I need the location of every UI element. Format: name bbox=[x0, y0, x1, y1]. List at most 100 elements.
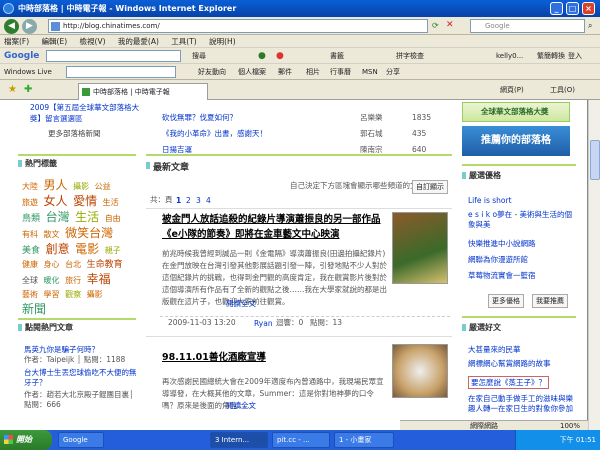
tag[interactable]: 生命教育 bbox=[87, 258, 123, 272]
tag[interactable]: 攝影 bbox=[73, 180, 89, 194]
good-item-2[interactable]: 網標網心幫賞網路的故事 bbox=[468, 358, 551, 369]
google-user[interactable]: kelly0... bbox=[496, 48, 523, 64]
page-2-link[interactable]: 2 bbox=[186, 196, 191, 205]
maximize-button[interactable]: □ bbox=[566, 2, 579, 15]
favorites-star-icon[interactable]: ★ bbox=[8, 80, 17, 100]
search-input[interactable]: Google bbox=[470, 19, 585, 33]
tag[interactable]: 藝術 bbox=[22, 288, 38, 302]
top-table-title-2[interactable]: 《我的小革命》出書，感謝天！ bbox=[162, 128, 267, 139]
top-table-title-1[interactable]: 砍伐無罪？伐夏如何？ bbox=[162, 112, 237, 123]
window-titlebar[interactable]: 中時部落格 | 中時電子報 - Windows Internet Explore… bbox=[0, 0, 600, 17]
google-bookmarks-button[interactable]: 書籤 bbox=[330, 48, 344, 64]
menu-tools[interactable]: 工具(T) bbox=[171, 37, 196, 46]
tag[interactable]: 有科 bbox=[22, 228, 38, 242]
tag[interactable]: 美食 bbox=[22, 244, 40, 258]
recommend-item-4[interactable]: 網聯為你漫遊所館 bbox=[468, 254, 528, 265]
tools-menu[interactable]: 工具(O) bbox=[550, 80, 575, 100]
article-2-title[interactable]: 98.11.01善化酒廠宣導 bbox=[162, 350, 266, 365]
tag[interactable]: 身心 bbox=[44, 258, 60, 272]
windows-live-search-input[interactable] bbox=[66, 66, 176, 78]
recommend-blog-banner[interactable]: 推薦你的部落格 bbox=[462, 126, 570, 156]
back-button[interactable]: ◀ bbox=[4, 19, 19, 34]
tab-current[interactable]: 中時部落格 | 中時電子報 bbox=[78, 83, 208, 100]
translate-button[interactable]: 繁簡轉換 bbox=[537, 48, 565, 64]
article-1-author[interactable]: Ryan bbox=[254, 319, 273, 328]
article-1-title[interactable]: 被金門人放話追殺的紀錄片導演蕭振良的另一部作品《e小隊的節奏》即將在金車藝文中心… bbox=[162, 212, 388, 242]
forward-button[interactable]: ▶ bbox=[22, 19, 37, 34]
tag[interactable]: 幸福 bbox=[87, 272, 111, 286]
menu-file[interactable]: 檔案(F) bbox=[4, 37, 29, 46]
tag[interactable]: 健康 bbox=[22, 258, 38, 272]
live-mail-link[interactable]: 郵件 bbox=[278, 64, 292, 80]
google-search-button[interactable]: 搜尋 bbox=[192, 48, 206, 64]
banner-link-line2[interactable]: 獎】留言選選區 bbox=[30, 113, 83, 125]
close-button[interactable]: × bbox=[582, 2, 595, 15]
login-link[interactable]: 登入 bbox=[568, 48, 582, 64]
search-icon[interactable]: ⌕ bbox=[588, 21, 592, 31]
award-banner[interactable]: 全球華文部落格大獎 bbox=[462, 102, 570, 122]
article-2-read-more[interactable]: 閱讀全文 bbox=[226, 400, 256, 411]
tag[interactable]: 全球 bbox=[22, 274, 38, 288]
top-table-author-2[interactable]: 郭石城 bbox=[360, 128, 383, 140]
page-1-link[interactable]: 1 bbox=[176, 196, 181, 205]
refresh-icon[interactable]: ⟳ bbox=[432, 21, 439, 30]
stop-icon[interactable]: ✕ bbox=[446, 20, 454, 30]
menu-edit[interactable]: 編輯(E) bbox=[42, 37, 68, 46]
tag[interactable]: 創意 bbox=[46, 242, 70, 256]
tag[interactable]: 暖化 bbox=[44, 274, 60, 288]
tag[interactable]: 新聞 bbox=[22, 302, 46, 316]
good-item-1[interactable]: 大甚量來的民華 bbox=[468, 344, 521, 355]
tag[interactable]: 鳥類 bbox=[22, 212, 40, 226]
add-favorite-icon[interactable]: ✚ bbox=[24, 80, 32, 100]
recommend-item-3[interactable]: 快樂推進中小說網路 bbox=[468, 238, 536, 249]
scrollbar-thumb[interactable] bbox=[590, 140, 600, 180]
recommend-item-5[interactable]: 草莓物流實會一籃宿 bbox=[468, 270, 536, 281]
article-1-read-more[interactable]: 閱讀全文 bbox=[226, 298, 256, 309]
good-item-3[interactable]: 要怎麼說《蒸王子》？ bbox=[468, 376, 549, 389]
menu-view[interactable]: 檢視(V) bbox=[80, 37, 106, 46]
article-2-thumbnail[interactable] bbox=[392, 344, 448, 398]
tag[interactable]: 親子 bbox=[105, 244, 121, 258]
spellcheck-button[interactable]: 拼字檢查 bbox=[396, 48, 424, 64]
live-friends-link[interactable]: 好友動向 bbox=[198, 64, 226, 80]
tag[interactable]: 攝影 bbox=[87, 288, 103, 302]
tag[interactable]: 學習 bbox=[44, 288, 60, 302]
tag[interactable]: 女人 bbox=[44, 194, 68, 208]
live-photos-link[interactable]: 相片 bbox=[306, 64, 320, 80]
tag[interactable]: 男人 bbox=[44, 178, 68, 192]
tag[interactable]: 愛情 bbox=[73, 194, 97, 208]
menu-favorites[interactable]: 我的最愛(A) bbox=[118, 37, 159, 46]
start-button[interactable]: 開始 bbox=[0, 430, 52, 450]
red-dot-icon[interactable]: ● bbox=[276, 48, 284, 64]
address-input[interactable]: http://blog.chinatimes.com/ bbox=[48, 19, 428, 33]
tag[interactable]: 旅行 bbox=[65, 274, 81, 288]
tag[interactable]: 電影 bbox=[75, 242, 99, 256]
google-search-input[interactable] bbox=[46, 50, 181, 62]
recommend-item-2[interactable]: e s i k o夢在 - 美術與生活的個象與美 bbox=[468, 210, 578, 230]
live-share-link[interactable]: 分享 bbox=[386, 64, 400, 80]
article-1-thumbnail[interactable] bbox=[392, 212, 448, 284]
my-recommend-button[interactable]: 我要推薦 bbox=[532, 294, 568, 308]
vertical-scrollbar[interactable] bbox=[588, 100, 600, 430]
page-menu[interactable]: 網頁(P) bbox=[500, 80, 524, 100]
tag[interactable]: 觀察 bbox=[65, 288, 81, 302]
tag[interactable]: 微笑台灣 bbox=[65, 226, 113, 240]
taskbar-ie[interactable]: 3 Intern... bbox=[210, 432, 268, 448]
tag[interactable]: 生活 bbox=[103, 196, 119, 210]
taskbar-google[interactable]: Google bbox=[58, 432, 104, 448]
page-3-link[interactable]: 3 bbox=[196, 196, 201, 205]
top-table-author-1[interactable]: 呂樂樂 bbox=[360, 112, 383, 124]
more-blog-news-link[interactable]: 更多部落格新聞 bbox=[48, 128, 101, 140]
hot-article-link-2[interactable]: 台大博士生丟您球偷吃不大便的無牙子？ bbox=[24, 368, 139, 388]
live-msn-link[interactable]: MSN bbox=[362, 64, 378, 80]
taskbar-paint[interactable]: 1 - 小畫家 bbox=[334, 432, 394, 448]
good-item-4[interactable]: 在家自己動手做手工的滋味與樂趣人轉一在家日生的對象你參加 bbox=[468, 394, 578, 414]
tag[interactable]: 大陸 bbox=[22, 180, 38, 194]
menu-help[interactable]: 說明(H) bbox=[209, 37, 236, 46]
tag[interactable]: 公益 bbox=[95, 180, 111, 194]
customize-button[interactable]: 自訂顯示 bbox=[412, 180, 448, 194]
clock[interactable]: 下午 01:51 bbox=[560, 436, 596, 444]
more-recommend-button[interactable]: 更多優格 bbox=[488, 294, 524, 308]
taskbar-pit[interactable]: pit.cc - ... bbox=[272, 432, 330, 448]
green-dot-icon[interactable]: ● bbox=[258, 48, 266, 64]
